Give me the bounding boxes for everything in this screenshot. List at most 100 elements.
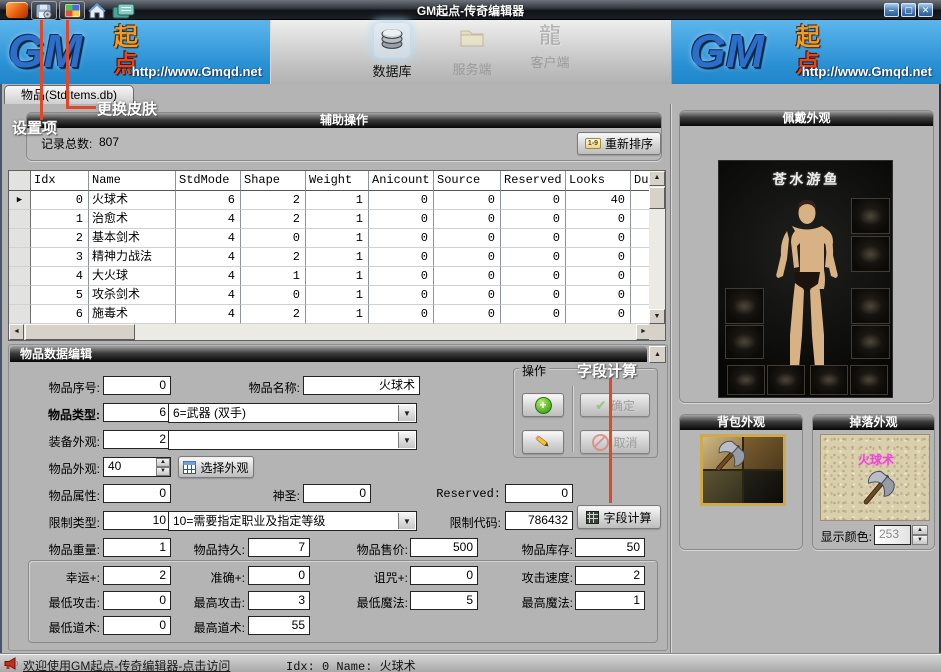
cell[interactable]: 0 — [566, 286, 631, 305]
cell[interactable] — [631, 191, 651, 210]
cell[interactable]: 0 — [566, 248, 631, 267]
resort-button[interactable]: 1-9 重新排序 — [577, 132, 661, 155]
cell[interactable]: 治愈术 — [89, 210, 176, 229]
item-attr-input[interactable]: 0 — [103, 484, 171, 503]
minatk-input[interactable]: 0 — [103, 591, 171, 610]
editor-scroll-up-button[interactable]: ▲ — [649, 346, 666, 363]
cell[interactable]: 6 — [176, 191, 241, 210]
equip-look-input[interactable]: 2 — [103, 430, 171, 449]
table-hscrollbar[interactable]: ◄ ► — [9, 324, 651, 340]
cell[interactable]: 0 — [369, 267, 434, 286]
chevron-down-icon[interactable]: ▼ — [398, 432, 415, 448]
stock-input[interactable]: 50 — [575, 538, 645, 557]
cell[interactable] — [631, 286, 651, 305]
edit-record-button[interactable] — [522, 430, 564, 454]
nav-item-database[interactable]: 数据库 — [353, 23, 431, 81]
col-header-idx[interactable]: Idx — [31, 171, 89, 191]
cell[interactable]: 施毒术 — [89, 305, 176, 324]
field-calc-button[interactable]: 字段计算 — [577, 505, 661, 529]
change-skin-toolbar-button[interactable] — [59, 1, 85, 20]
col-header-shape[interactable]: Shape — [241, 171, 306, 191]
chevron-down-icon[interactable]: ▼ — [398, 513, 415, 529]
scroll-left-button[interactable]: ◄ — [9, 324, 24, 340]
luck-input[interactable]: 2 — [103, 566, 171, 585]
site-url-right[interactable]: http://www.Gmqd.net — [764, 64, 932, 79]
scroll-up-button[interactable]: ▲ — [649, 171, 665, 186]
curse-input[interactable]: 0 — [410, 566, 478, 585]
cell[interactable]: 4 — [176, 210, 241, 229]
table-row[interactable]: 3 精神力战法 4 2 1 0 0 0 0 — [9, 248, 665, 267]
minimize-button[interactable]: – — [884, 3, 899, 17]
cell[interactable] — [631, 229, 651, 248]
cell[interactable]: 0 — [501, 210, 566, 229]
cell[interactable]: 基本剑术 — [89, 229, 176, 248]
minmag-input[interactable]: 5 — [410, 591, 478, 610]
mintao-input[interactable]: 0 — [103, 616, 171, 635]
cell[interactable]: 0 — [566, 267, 631, 286]
cell[interactable]: 2 — [31, 229, 89, 248]
cell[interactable]: 0 — [434, 248, 501, 267]
cell[interactable]: 4 — [176, 286, 241, 305]
reserved-input[interactable]: 0 — [505, 484, 573, 503]
col-header-anicount[interactable]: Anicount — [369, 171, 434, 191]
cell[interactable]: 1 — [306, 305, 369, 324]
holy-input[interactable]: 0 — [303, 484, 371, 503]
atkspd-input[interactable]: 2 — [575, 566, 645, 585]
maxatk-input[interactable]: 3 — [248, 591, 310, 610]
cell[interactable]: 0 — [369, 191, 434, 210]
cell[interactable]: 1 — [306, 286, 369, 305]
welcome-link[interactable]: 欢迎使用GM起点-传奇编辑器-点击访问 — [23, 657, 230, 672]
nav-item-client[interactable]: 龍 客户端 — [511, 23, 589, 81]
cell[interactable]: 火球术 — [89, 191, 176, 210]
cell[interactable]: 5 — [31, 286, 89, 305]
chevron-down-icon[interactable]: ▼ — [398, 405, 415, 421]
cell[interactable]: 0 — [369, 210, 434, 229]
cell[interactable]: 40 — [566, 191, 631, 210]
scroll-down-button[interactable]: ▼ — [649, 309, 665, 324]
dura-input[interactable]: 7 — [248, 538, 310, 557]
cards-toolbar-button[interactable] — [110, 1, 138, 20]
cell[interactable]: 0 — [501, 191, 566, 210]
table-row[interactable]: 2 基本剑术 4 0 1 0 0 0 0 — [9, 229, 665, 248]
color-spin-up-icon[interactable]: ▲ — [912, 525, 928, 535]
cell[interactable]: 0 — [241, 286, 306, 305]
cell[interactable]: 2 — [241, 248, 306, 267]
settings-toolbar-button[interactable] — [31, 1, 57, 20]
cell[interactable]: 攻杀剑术 — [89, 286, 176, 305]
table-row[interactable]: 5 攻杀剑术 4 0 1 0 0 0 0 — [9, 286, 665, 305]
app-menu-icon[interactable] — [6, 2, 28, 18]
cell[interactable]: 0 — [434, 286, 501, 305]
cell[interactable]: 0 — [434, 210, 501, 229]
col-header-weight[interactable]: Weight — [306, 171, 369, 191]
cell[interactable]: 0 — [566, 210, 631, 229]
cell[interactable]: 4 — [176, 248, 241, 267]
cell[interactable]: 1 — [241, 267, 306, 286]
cell[interactable]: 0 — [434, 229, 501, 248]
cell[interactable]: 2 — [241, 305, 306, 324]
choose-look-button[interactable]: 选择外观 — [178, 456, 254, 478]
cell[interactable]: 3 — [31, 248, 89, 267]
cancel-button[interactable]: 取消 — [580, 430, 650, 454]
limit-type-input[interactable]: 10 — [103, 511, 171, 530]
item-no-input[interactable]: 0 — [103, 376, 171, 395]
cell[interactable]: 1 — [306, 191, 369, 210]
maximize-button[interactable]: ▢ — [901, 3, 916, 17]
cell[interactable]: 1 — [306, 267, 369, 286]
col-header-name[interactable]: Name — [89, 171, 176, 191]
color-spin-down-icon[interactable]: ▼ — [912, 535, 928, 545]
equip-look-combo[interactable]: ▼ — [168, 430, 417, 450]
cell[interactable]: 0 — [369, 305, 434, 324]
weight-input[interactable]: 1 — [103, 538, 171, 557]
spin-up-icon[interactable]: ▲ — [156, 458, 170, 467]
cell[interactable]: 4 — [176, 267, 241, 286]
cell[interactable]: 0 — [31, 191, 89, 210]
cell[interactable]: 1 — [306, 248, 369, 267]
site-url[interactable]: http://www.Gmqd.net — [90, 64, 262, 79]
cell[interactable]: 4 — [176, 229, 241, 248]
cell[interactable]: 2 — [241, 210, 306, 229]
cell[interactable]: 2 — [241, 191, 306, 210]
maxtao-input[interactable]: 55 — [248, 616, 310, 635]
col-header-source[interactable]: Source — [434, 171, 501, 191]
item-type-input[interactable]: 6 — [103, 403, 171, 422]
table-row[interactable]: 1 治愈术 4 2 1 0 0 0 0 — [9, 210, 665, 229]
